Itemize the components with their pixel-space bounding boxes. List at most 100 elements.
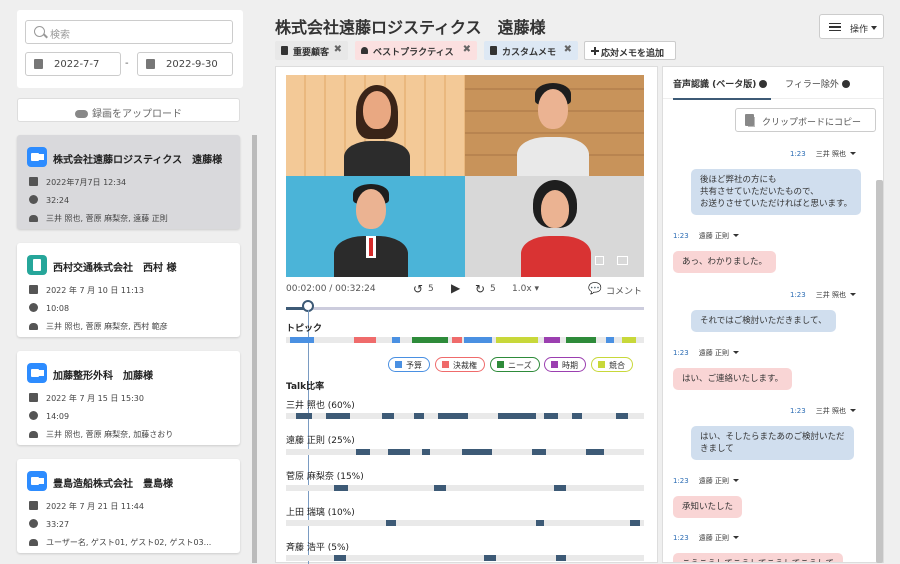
upload-recording-button[interactable]: 録画をアップロード: [17, 98, 240, 122]
message-time[interactable]: 1:23: [790, 291, 806, 299]
topic-segment[interactable]: [544, 337, 560, 343]
talk-segment: [536, 520, 544, 526]
topic-segment[interactable]: [290, 337, 314, 343]
add-memo-button[interactable]: 応対メモを追加: [584, 41, 676, 60]
face: [538, 89, 568, 129]
message-meta: 1:23 三井 照也: [790, 406, 856, 416]
meeting-duration: 14:09: [29, 411, 69, 421]
meeting-participants: ユーザー名, ゲスト01, ゲスト02, ゲスト03...: [29, 537, 211, 548]
video-tile-participant-4: [465, 176, 644, 277]
close-icon[interactable]: ✖: [463, 44, 471, 55]
meeting-date-text: 2022 年 7 月 15 日 15:30: [46, 394, 144, 403]
transcript-tabs: 音声認識 (ベータ版) フィラー除外: [663, 67, 883, 100]
video-grid[interactable]: [286, 75, 644, 277]
tab-speech-recognition[interactable]: 音声認識 (ベータ版): [673, 77, 772, 100]
caret-down-icon[interactable]: [732, 351, 739, 357]
speaker-timeline[interactable]: [286, 449, 644, 455]
document-icon: [27, 255, 47, 275]
message-time[interactable]: 1:23: [673, 477, 689, 485]
meeting-card[interactable]: 豊島造船株式会社 豊島様 2022 年 7 月 21 日 11:44 33:27…: [17, 459, 240, 553]
legend-budget[interactable]: 予算: [388, 357, 430, 372]
calendar-icon: [29, 177, 38, 186]
message-meta: 1:23 遠藤 正則: [673, 533, 739, 543]
topic-segment[interactable]: [622, 337, 636, 343]
message-time[interactable]: 1:23: [673, 534, 689, 542]
legend-competitor[interactable]: 競合: [591, 357, 633, 372]
talk-segment: [434, 485, 446, 491]
rewind-icon[interactable]: ↺: [413, 282, 423, 296]
talk-segment: [556, 555, 566, 561]
calendar-icon: [34, 59, 43, 69]
caret-down-icon[interactable]: [849, 409, 856, 415]
speaker-name: 遠藤 正則 (25%): [286, 436, 355, 446]
speaker-timeline[interactable]: [286, 413, 644, 419]
legend-needs[interactable]: ニーズ: [490, 357, 540, 372]
meeting-card[interactable]: 株式会社遠藤ロジスティクス 遠藤様 2022年7月7日 12:34 32:24 …: [17, 135, 240, 229]
meeting-date-text: 2022 年 7 月 10 日 11:13: [46, 286, 144, 295]
date-from-field[interactable]: 2022-7-7: [25, 52, 121, 76]
speaker-name: 斉藤 浩平 (5%): [286, 543, 350, 553]
forward-icon[interactable]: ↻: [475, 282, 485, 296]
progress-bar[interactable]: [286, 307, 644, 310]
transcript-scrollbar[interactable]: [876, 180, 883, 563]
player-panel: 00:02:00 / 00:32:24 ↺ 5 ▶ ↻ 5 1.0x ▾ 💬 コ…: [275, 66, 658, 564]
speaker-timeline[interactable]: [286, 555, 644, 561]
video-camera-icon: [27, 471, 47, 491]
video-tile-participant-3: [286, 176, 465, 277]
meeting-participants-text: 三井 照也, 菅原 麻梨奈, 加藤さおり: [46, 430, 174, 439]
tab-label: フィラー除外: [785, 80, 839, 90]
tab-filler-removal[interactable]: フィラー除外: [785, 77, 850, 90]
message-time[interactable]: 1:23: [673, 349, 689, 357]
comment-label[interactable]: コメント: [606, 284, 642, 297]
fullscreen-icon[interactable]: [595, 256, 604, 265]
meeting-list: 株式会社遠藤ロジスティクス 遠藤様 2022年7月7日 12:34 32:24 …: [0, 133, 257, 563]
meeting-date-text: 2022 年 7 月 21 日 11:44: [46, 502, 144, 511]
topic-segment[interactable]: [464, 337, 492, 343]
talk-segment: [616, 413, 628, 419]
legend-label: ニーズ: [508, 361, 532, 370]
tag-custom-memo[interactable]: カスタムメモ ✖: [484, 41, 578, 60]
topic-segment[interactable]: [354, 337, 376, 343]
caret-down-icon[interactable]: [732, 536, 739, 542]
caret-down-icon[interactable]: [732, 234, 739, 240]
message-bubble: こうこうしてこうしてこうしてこうして: [673, 553, 843, 562]
message-time[interactable]: 1:23: [790, 407, 806, 415]
caret-down-icon[interactable]: [732, 479, 739, 485]
copy-to-clipboard-button[interactable]: クリップボードにコピー: [735, 108, 876, 132]
date-to-field[interactable]: 2022-9-30: [137, 52, 233, 76]
close-icon[interactable]: ✖: [334, 44, 342, 55]
comment-icon[interactable]: 💬: [588, 282, 602, 295]
tag-label: ベストプラクティス: [373, 48, 454, 58]
legend-timing[interactable]: 時期: [544, 357, 586, 372]
search-input[interactable]: 検索: [25, 20, 233, 44]
speaker-timeline[interactable]: [286, 485, 644, 491]
message-bubble: はい、そしたらまたあのご検討いただ きまして: [691, 426, 854, 460]
tag-important-customer[interactable]: 重要顧客 ✖: [275, 41, 348, 60]
talk-segment: [334, 555, 346, 561]
meeting-card[interactable]: 西村交通株式会社 西村 様 2022 年 7 月 10 日 11:13 10:0…: [17, 243, 240, 337]
caret-down-icon[interactable]: [849, 152, 856, 158]
message-meta: 1:23 遠藤 正則: [673, 476, 739, 486]
legend-authority[interactable]: 決裁権: [435, 357, 485, 372]
message-time[interactable]: 1:23: [790, 150, 806, 158]
topic-segment[interactable]: [606, 337, 614, 343]
upload-label: 録画をアップロード: [92, 109, 182, 120]
topic-segment[interactable]: [452, 337, 462, 343]
meeting-card[interactable]: 加藤整形外科 加藤様 2022 年 7 月 15 日 15:30 14:09 三…: [17, 351, 240, 445]
picture-in-picture-icon[interactable]: [617, 256, 628, 265]
meeting-participants-text: ユーザー名, ゲスト01, ゲスト02, ゲスト03...: [46, 538, 212, 547]
topic-segment[interactable]: [496, 337, 538, 343]
tag-best-practice[interactable]: ベストプラクティス ✖: [355, 41, 477, 60]
close-icon[interactable]: ✖: [564, 44, 572, 55]
topic-segment[interactable]: [392, 337, 400, 343]
speaker-name: 上田 瑞璃 (10%): [286, 508, 355, 518]
operations-button[interactable]: 操作: [819, 14, 884, 39]
speaker-timeline[interactable]: [286, 520, 644, 526]
play-icon[interactable]: ▶: [451, 281, 460, 295]
speed-selector[interactable]: 1.0x ▾: [512, 284, 539, 294]
caret-down-icon[interactable]: [849, 293, 856, 299]
topic-segment[interactable]: [412, 337, 448, 343]
topic-segment[interactable]: [566, 337, 596, 343]
talk-segment: [422, 449, 430, 455]
message-time[interactable]: 1:23: [673, 232, 689, 240]
